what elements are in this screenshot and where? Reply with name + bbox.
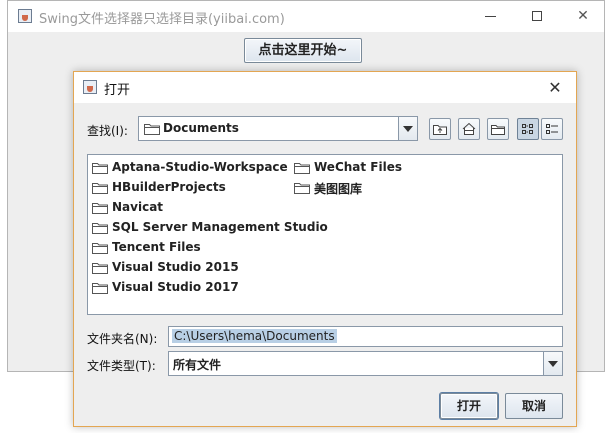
cancel-button[interactable]: 取消 bbox=[505, 393, 563, 419]
main-close-button[interactable]: ✕ bbox=[560, 1, 606, 32]
folder-icon bbox=[92, 283, 108, 294]
folder-icon bbox=[294, 183, 310, 194]
folder-icon bbox=[144, 124, 160, 135]
file-type-label: 文件类型(T): bbox=[87, 359, 156, 373]
up-folder-button[interactable] bbox=[429, 118, 451, 140]
chevron-down-icon[interactable] bbox=[398, 117, 417, 140]
dialog-title: 打开 bbox=[104, 83, 131, 98]
dialog-close-button[interactable]: ✕ bbox=[540, 72, 570, 103]
chevron-down-icon[interactable] bbox=[543, 352, 562, 375]
look-in-value: Documents bbox=[163, 121, 239, 135]
open-dialog: 打开 ✕ 查找(I): Documents Aptana-Studio-Work… bbox=[73, 71, 577, 427]
list-item-label: Tencent Files bbox=[112, 240, 201, 254]
new-folder-icon bbox=[491, 125, 505, 135]
list-item-label: Visual Studio 2017 bbox=[112, 280, 239, 294]
details-view-icon bbox=[546, 124, 558, 134]
folder-name-input[interactable]: C:\Users\hema\Documents bbox=[168, 326, 563, 347]
minimize-icon bbox=[485, 16, 496, 17]
file-type-value: 所有文件 bbox=[173, 358, 222, 372]
folder-icon bbox=[92, 183, 108, 194]
list-item-label: Visual Studio 2015 bbox=[112, 260, 239, 274]
list-item-label: HBuilderProjects bbox=[112, 180, 226, 194]
dialog-titlebar: 打开 ✕ bbox=[74, 72, 576, 103]
maximize-button[interactable] bbox=[514, 1, 560, 32]
look-in-label: 查找(I): bbox=[87, 124, 128, 138]
file-list[interactable]: Aptana-Studio-Workspace HBuilderProjects… bbox=[87, 154, 563, 315]
list-view-button[interactable] bbox=[517, 118, 539, 140]
folder-icon bbox=[92, 263, 108, 274]
main-titlebar: Swing文件选择器只选择目录(yiibai.com) ✕ bbox=[8, 1, 604, 32]
file-type-combobox[interactable]: 所有文件 bbox=[168, 351, 563, 376]
minimize-button[interactable] bbox=[468, 1, 514, 32]
list-item-label: Navicat bbox=[112, 200, 164, 214]
java-app-icon bbox=[83, 80, 97, 94]
main-window-title: Swing文件选择器只选择目录(yiibai.com) bbox=[39, 12, 285, 27]
folder-name-label: 文件夹名(N): bbox=[87, 332, 158, 346]
list-item-label: SQL Server Management Studio bbox=[112, 220, 328, 234]
look-in-combobox[interactable]: Documents bbox=[138, 116, 418, 141]
home-button[interactable] bbox=[458, 118, 480, 140]
details-view-button[interactable] bbox=[541, 118, 563, 140]
start-button[interactable]: 点击这里开始~ bbox=[244, 38, 362, 63]
list-item-label: 美图图库 bbox=[314, 182, 363, 196]
folder-icon bbox=[92, 243, 108, 254]
new-folder-button[interactable] bbox=[487, 118, 509, 140]
folder-icon bbox=[92, 203, 108, 214]
home-icon bbox=[462, 122, 476, 135]
java-app-icon bbox=[18, 9, 32, 23]
up-folder-icon bbox=[433, 125, 447, 135]
list-item-label: Aptana-Studio-Workspace bbox=[112, 160, 288, 174]
folder-icon bbox=[92, 163, 108, 174]
maximize-icon bbox=[532, 11, 542, 21]
list-item-label: WeChat Files bbox=[314, 160, 403, 174]
list-view-icon bbox=[522, 124, 533, 134]
folder-icon bbox=[294, 163, 310, 174]
folder-name-value[interactable]: C:\Users\hema\Documents bbox=[172, 329, 337, 343]
folder-icon bbox=[92, 223, 108, 234]
open-button[interactable]: 打开 bbox=[440, 393, 498, 419]
